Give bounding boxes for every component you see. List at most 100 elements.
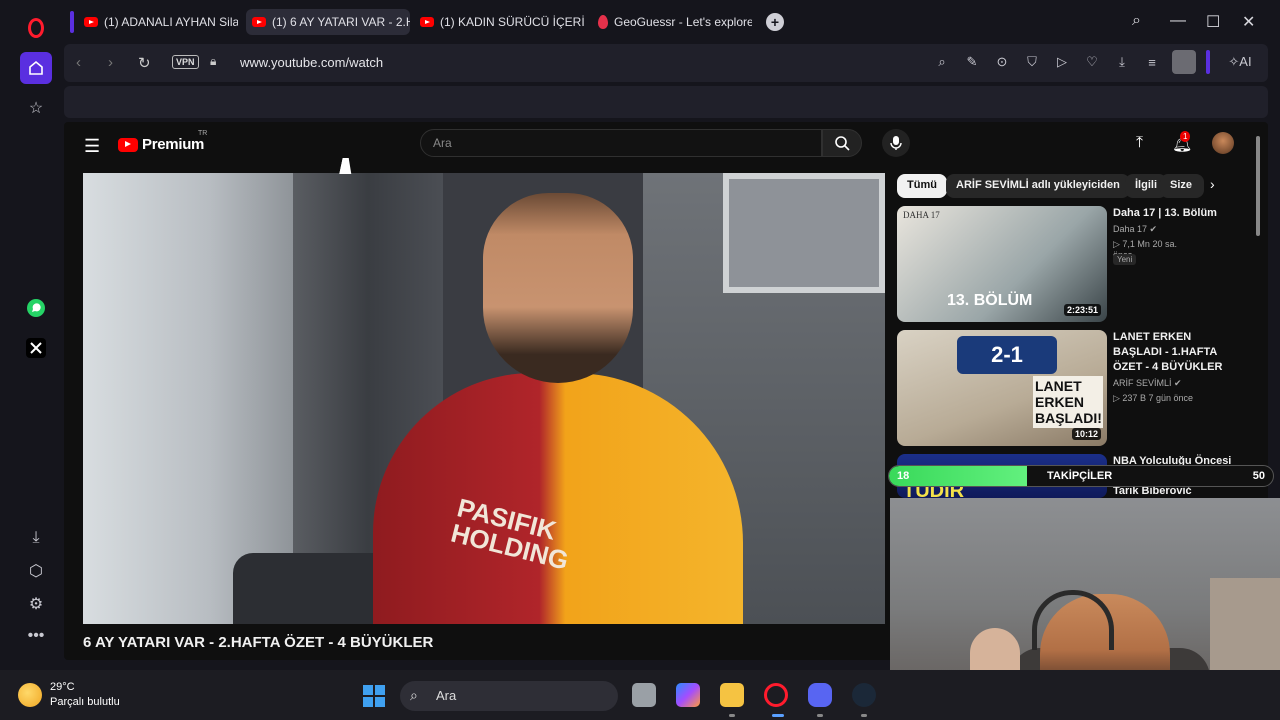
upload-icon[interactable]: ⤒: [1136, 134, 1143, 152]
task-view-icon[interactable]: [632, 683, 656, 707]
chevron-right-icon[interactable]: ›: [1210, 176, 1215, 192]
running-indicator: [817, 714, 823, 717]
file-explorer-icon[interactable]: [720, 683, 744, 707]
menu-icon[interactable]: ≡: [1142, 55, 1162, 70]
recommendation-2[interactable]: 2-1 LANET ERKEN BAŞLADI! 10:12 LANET ERK…: [897, 330, 1222, 446]
rec-channel: Daha 17 ✔: [1113, 224, 1157, 235]
search-icon: ⌕: [1132, 12, 1141, 29]
rec-title[interactable]: Daha 17 | 13. Bölüm: [1113, 206, 1243, 221]
forward-button[interactable]: ›: [108, 54, 113, 71]
chip-for-you[interactable]: Size: [1160, 174, 1204, 198]
minimize-button[interactable]: —: [1170, 12, 1186, 30]
download-icon[interactable]: ⤓: [1112, 54, 1132, 70]
account-avatar[interactable]: [1212, 132, 1234, 154]
discord-icon[interactable]: [808, 683, 832, 707]
tab-3[interactable]: (1) KADIN SÜRÜCÜ İÇERİ: [414, 9, 584, 35]
search-input[interactable]: Ara: [420, 129, 822, 157]
home-icon: [29, 60, 43, 75]
vpn-badge[interactable]: VPN: [172, 55, 199, 69]
more-button[interactable]: •••: [18, 622, 54, 650]
thumb-text: LANET ERKEN BAŞLADI!: [1033, 376, 1103, 428]
age: 7 gün önce: [1148, 393, 1194, 403]
reload-button[interactable]: ↻: [138, 54, 151, 72]
whatsapp-icon: [27, 299, 45, 317]
shield-icon[interactable]: ⛉: [1022, 54, 1042, 70]
thumb-brand: DAHA 17: [903, 210, 940, 220]
search-button[interactable]: [822, 129, 862, 157]
chip-all[interactable]: Tümü: [897, 174, 947, 198]
youtube-play-icon: [118, 137, 138, 152]
zoom-icon[interactable]: ⌕: [932, 54, 952, 70]
video-player[interactable]: PASIFIK HOLDING: [83, 173, 885, 624]
ai-label: AI: [1239, 54, 1252, 69]
camera-icon[interactable]: ⊙: [992, 54, 1012, 70]
star-icon: ☆: [28, 100, 44, 117]
extensions-button[interactable]: ⬡: [18, 557, 54, 585]
tab-label: (1) KADIN SÜRÜCÜ İÇERİ: [440, 15, 584, 29]
thumbnail[interactable]: DAHA 17 13. BÖLÜM 2:23:51: [897, 206, 1107, 322]
voice-search-button[interactable]: [882, 129, 910, 157]
running-indicator: [861, 714, 867, 717]
tab-strip: (1) ADANALI AYHAN Silah (1) 6 AY YATARI …: [64, 0, 1280, 44]
settings-button[interactable]: ⚙: [18, 590, 54, 618]
opera-logo-icon[interactable]: [28, 18, 44, 38]
x-twitter-button[interactable]: [18, 334, 54, 362]
tab-2-active[interactable]: (1) 6 AY YATARI VAR - 2.H: [246, 9, 410, 35]
windows-start-icon[interactable]: [363, 685, 385, 707]
scrollbar[interactable]: [1256, 136, 1260, 236]
rec-title[interactable]: LANET ERKEN BAŞLADI - 1.HAFTA ÖZET - 4 B…: [1113, 330, 1243, 375]
youtube-logo[interactable]: Premium TR: [118, 130, 207, 153]
edit-icon[interactable]: ✎: [962, 54, 982, 70]
url-field[interactable]: www.youtube.com/watch: [240, 55, 383, 70]
downloads-button[interactable]: ⤓: [18, 524, 54, 552]
maximize-button[interactable]: ☐: [1206, 12, 1220, 32]
plus-icon: +: [770, 14, 780, 30]
country-code: TR: [198, 130, 208, 137]
youtube-icon: [420, 17, 434, 27]
chip-uploader[interactable]: ARİF SEVİMLİ adlı yükleyiciden: [946, 174, 1130, 198]
search-icon: ⌕: [410, 687, 418, 703]
aria-divider: [1206, 50, 1210, 74]
recommendation-1[interactable]: DAHA 17 13. BÖLÜM 2:23:51 Daha 17 | 13. …: [897, 206, 1217, 322]
x-icon: [26, 338, 46, 358]
gear-icon: ⚙: [28, 596, 44, 613]
close-button[interactable]: ✕: [1242, 12, 1255, 32]
youtube-logo-text: Premium: [142, 136, 205, 153]
profile-avatar[interactable]: [1172, 50, 1196, 74]
follower-current: 18: [897, 470, 910, 482]
tab-label: GeoGuessr - Let's explore: [614, 15, 752, 29]
channel-name: ARİF SEVİMLİ: [1113, 378, 1172, 388]
heart-icon[interactable]: ♡: [1082, 54, 1102, 70]
rec-stats: ▷ 237 B 7 gün önce: [1113, 393, 1194, 403]
ai-button[interactable]: ✧AI: [1220, 54, 1260, 70]
new-tab-button[interactable]: +: [766, 13, 784, 31]
chevron-right-icon: ›: [108, 54, 113, 71]
desktop: ☆ ⤓ ⬡ ⚙ ••• (1) ADANALI AYHAN Silah (1) …: [0, 0, 1280, 720]
send-icon[interactable]: ▷: [1052, 54, 1072, 70]
weather-temp: 29°C: [50, 681, 75, 693]
maximize-icon: ☐: [1206, 14, 1221, 31]
opera-taskbar-icon[interactable]: [764, 683, 788, 707]
follower-progress-fill: [889, 466, 1028, 486]
speed-dial-button[interactable]: ☆: [18, 94, 54, 122]
back-button[interactable]: ‹: [76, 54, 81, 71]
follower-label: TAKİPÇİLER: [1047, 470, 1113, 482]
steam-icon[interactable]: [852, 683, 876, 707]
thumbnail[interactable]: 2-1 LANET ERKEN BAŞLADI! 10:12: [897, 330, 1107, 446]
taskbar-search-label: Ara: [436, 688, 457, 703]
tab-4[interactable]: GeoGuessr - Let's explore: [592, 9, 752, 35]
home-button[interactable]: [20, 52, 52, 84]
rec-channel: ARİF SEVİMLİ ✔: [1113, 378, 1182, 389]
tab-1[interactable]: (1) ADANALI AYHAN Silah: [78, 9, 238, 35]
hamburger-menu-icon[interactable]: ☰: [84, 136, 100, 157]
channel-name: Daha 17: [1113, 224, 1148, 234]
lock-icon[interactable]: 🔒︎: [210, 54, 216, 69]
taskbar-search[interactable]: ⌕ Ara: [400, 681, 618, 711]
weather-text: 29°C Parçalı bulutlu: [50, 680, 120, 710]
copilot-icon[interactable]: [676, 683, 700, 707]
tab-search-button[interactable]: ⌕: [1132, 12, 1141, 30]
weather-widget[interactable]: 29°C Parçalı bulutlu: [18, 680, 120, 710]
whatsapp-button[interactable]: [18, 294, 54, 322]
running-indicator: [729, 714, 735, 717]
follower-goal: 50: [1252, 470, 1265, 482]
